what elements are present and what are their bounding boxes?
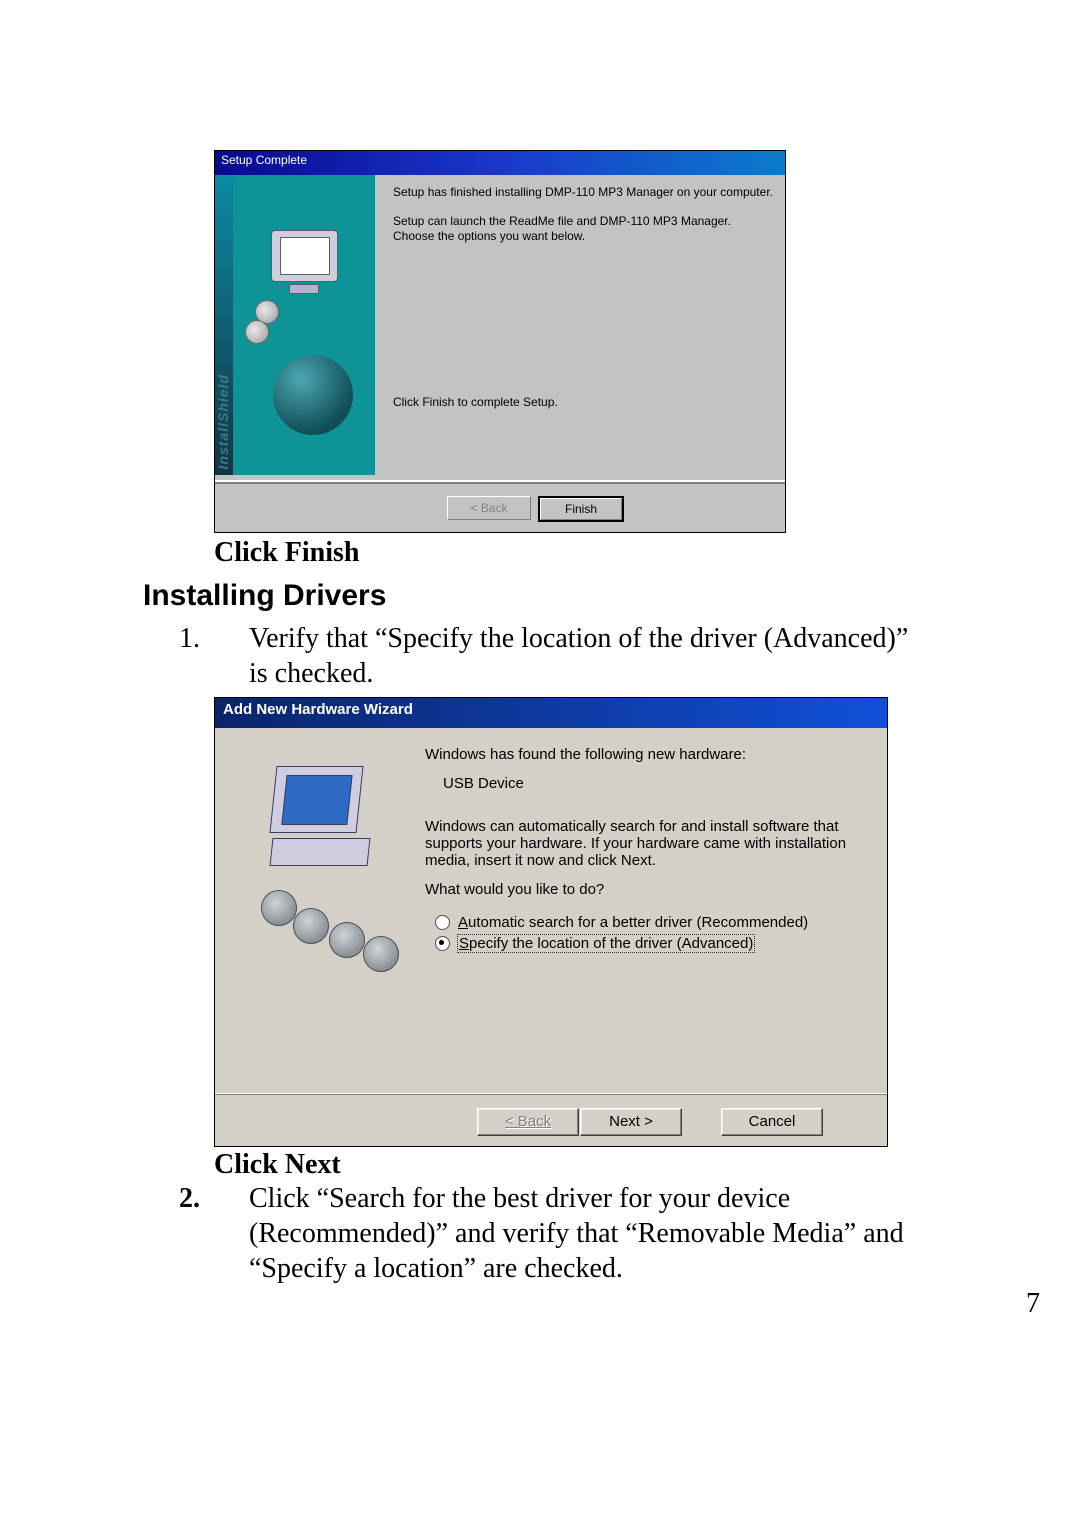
radio-unchecked-icon [435, 915, 450, 930]
callout-click-finish: Click Finish [214, 537, 933, 569]
wizard-found-line: Windows has found the following new hard… [425, 746, 865, 763]
back-button: < Back [447, 496, 531, 520]
radio-automatic-label: Automatic search for a better driver (Re… [458, 914, 808, 931]
wizard-titlebar: Add New Hardware Wizard [215, 698, 887, 728]
installshield-bar [215, 175, 233, 475]
radio-automatic-search[interactable]: Automatic search for a better driver (Re… [435, 914, 865, 931]
setup-image-panel [233, 175, 375, 475]
step-1: 1. Verify that “Specify the location of … [143, 621, 933, 691]
setup-complete-window: Setup Complete Setup has finished instal… [214, 150, 786, 533]
step-2-text: Click “Search for the best driver for yo… [249, 1181, 933, 1286]
radio-specify-location[interactable]: Specify the location of the driver (Adva… [435, 935, 865, 952]
hardware-wizard-window: Add New Hardware Wizard Windows has foun… [214, 697, 888, 1147]
back-button: < Back [477, 1108, 579, 1136]
setup-para-1: Setup has finished installing DMP-110 MP… [393, 185, 773, 200]
setup-para-2: Setup can launch the ReadMe file and DMP… [393, 214, 773, 244]
step-1-text: Verify that “Specify the location of the… [249, 621, 933, 691]
heading-installing-drivers: Installing Drivers [143, 579, 933, 613]
wizard-image-panel [233, 750, 403, 970]
step-2: 2. Click “Search for the best driver for… [143, 1181, 933, 1286]
setup-click-finish-line: Click Finish to complete Setup. [393, 395, 773, 409]
setup-button-bar: < Back Finish [215, 480, 785, 532]
finish-button[interactable]: Finish [538, 496, 624, 522]
step-1-number: 1. [143, 621, 249, 691]
setup-text: Setup has finished installing DMP-110 MP… [393, 185, 773, 258]
step-2-number: 2. [143, 1181, 249, 1286]
callout-click-next: Click Next [214, 1149, 933, 1181]
wizard-what-line: What would you like to do? [425, 881, 865, 898]
cancel-button[interactable]: Cancel [721, 1108, 823, 1136]
wizard-button-bar: < Back Next > Cancel [215, 1093, 887, 1146]
setup-titlebar: Setup Complete [215, 151, 785, 175]
radio-checked-icon [435, 936, 450, 951]
page-number: 7 [1026, 1288, 1040, 1320]
wizard-auto-para: Windows can automatically search for and… [425, 818, 865, 869]
radio-specify-label: Specify the location of the driver (Adva… [458, 935, 754, 952]
wizard-device: USB Device [443, 775, 865, 792]
next-button[interactable]: Next > [580, 1108, 682, 1136]
